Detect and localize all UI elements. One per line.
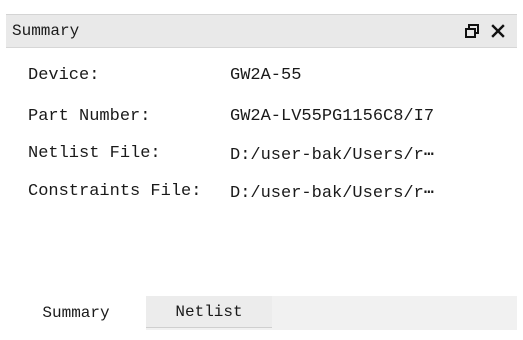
tab-netlist[interactable]: Netlist (146, 296, 272, 328)
close-button[interactable] (487, 20, 509, 42)
device-value: GW2A-55 (230, 66, 302, 85)
float-window-icon (464, 23, 480, 39)
close-icon (490, 23, 506, 39)
constraints-file-value: D:/user-bak/Users/r⋯ (230, 184, 435, 203)
constraints-file-label: Constraints File: (28, 182, 202, 201)
part-number-label: Part Number: (28, 107, 151, 126)
summary-panel: Summary Device: GW2A-55 Part Number: GW2… (0, 0, 523, 340)
panel-tabbar: Summary Netlist (6, 296, 517, 330)
panel-titlebar: Summary (6, 14, 517, 48)
netlist-file-value: D:/user-bak/Users/r⋯ (230, 146, 435, 165)
summary-content: Device: GW2A-55 Part Number: GW2A-LV55PG… (6, 48, 517, 296)
part-number-value: GW2A-LV55PG1156C8/I7 (230, 107, 435, 126)
tab-netlist-label: Netlist (175, 302, 243, 321)
netlist-file-label: Netlist File: (28, 144, 161, 163)
device-label: Device: (28, 66, 100, 85)
panel-title: Summary (12, 22, 80, 40)
float-window-button[interactable] (461, 20, 483, 42)
tab-summary-label: Summary (42, 304, 110, 322)
tab-summary[interactable]: Summary (6, 296, 146, 330)
